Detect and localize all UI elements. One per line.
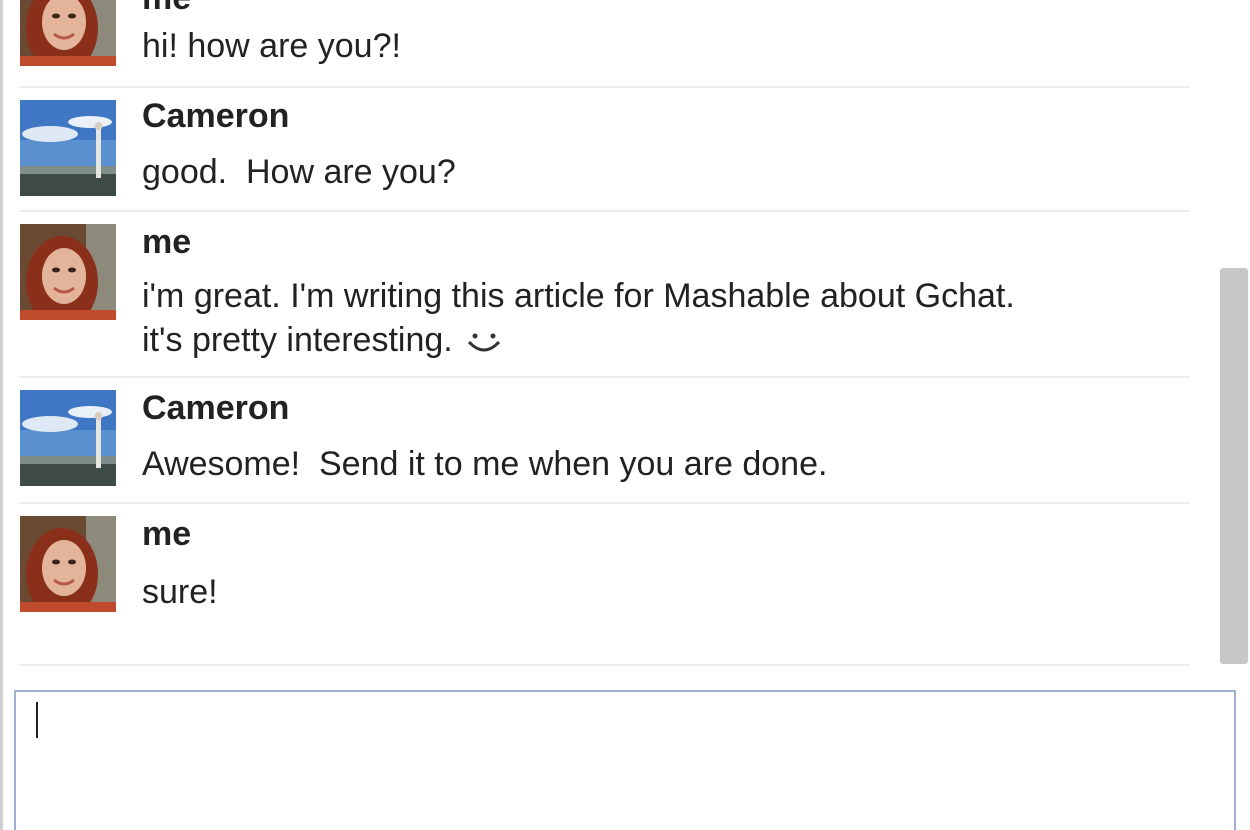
woman-photo-icon bbox=[20, 224, 116, 320]
avatar-cameron bbox=[20, 100, 116, 196]
smiley-icon bbox=[467, 333, 500, 352]
message-item: Cameron good. How are you? bbox=[20, 88, 1190, 212]
avatar-me bbox=[20, 224, 116, 320]
message-sender: me bbox=[142, 223, 192, 261]
scrollbar-thumb[interactable] bbox=[1220, 268, 1248, 664]
woman-photo-icon bbox=[20, 516, 116, 612]
message-sender: Cameron bbox=[142, 97, 290, 135]
message-list: me hi! how are you?! Cameron good. How a… bbox=[0, 0, 1205, 680]
message-input[interactable] bbox=[14, 690, 1236, 830]
woman-photo-icon bbox=[20, 0, 116, 66]
message-item: Cameron Awesome! Send it to me when you … bbox=[20, 378, 1190, 504]
avatar-me bbox=[20, 516, 116, 612]
landscape-photo-icon bbox=[20, 390, 116, 486]
message-text: sure! bbox=[142, 573, 218, 611]
message-item: me i'm great. I'm writing this article f… bbox=[20, 212, 1190, 378]
message-text-content: i'm great. I'm writing this article for … bbox=[142, 277, 1015, 359]
avatar-me bbox=[20, 0, 116, 66]
message-text: i'm great. I'm writing this article for … bbox=[142, 274, 1182, 362]
landscape-photo-icon bbox=[20, 100, 116, 196]
text-caret bbox=[36, 702, 38, 738]
message-sender: Cameron bbox=[142, 389, 290, 427]
message-sender: me bbox=[142, 0, 191, 18]
message-text: hi! how are you?! bbox=[142, 27, 401, 65]
message-item: me sure! bbox=[20, 504, 1190, 666]
avatar-cameron bbox=[20, 390, 116, 486]
message-item: me hi! how are you?! bbox=[20, 0, 1190, 88]
message-sender: me bbox=[142, 515, 192, 553]
message-text: good. How are you? bbox=[142, 153, 456, 191]
message-text: Awesome! Send it to me when you are done… bbox=[142, 445, 828, 483]
chat-window: me hi! how are you?! Cameron good. How a… bbox=[0, 0, 1250, 830]
